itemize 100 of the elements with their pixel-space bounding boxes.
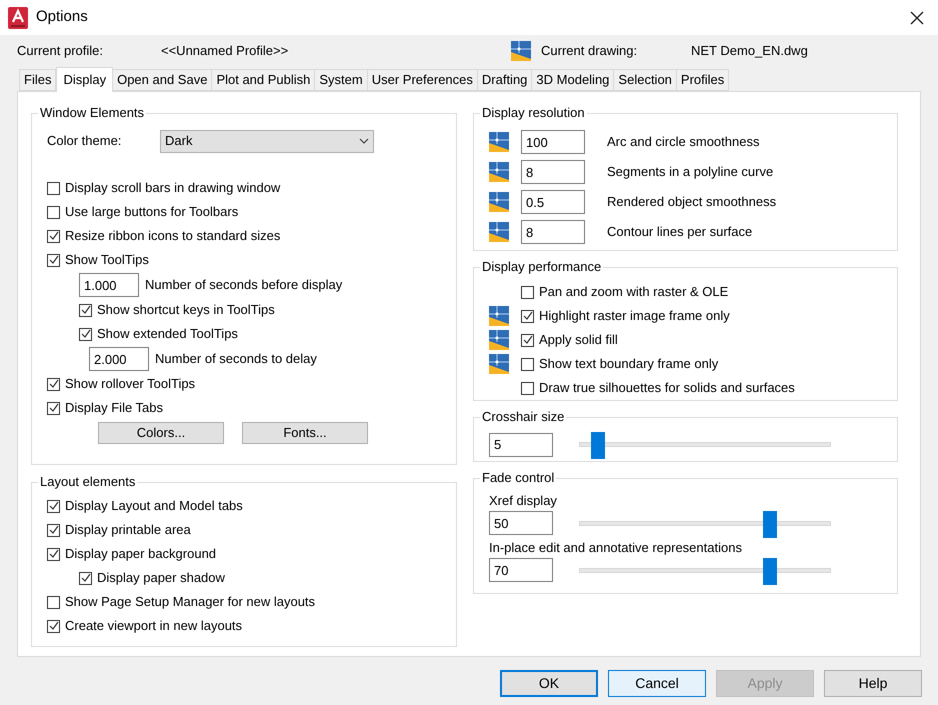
checkbox-label: Highlight raster image frame only [539, 307, 730, 326]
checkbox-label: Display Layout and Model tabs [65, 497, 243, 516]
checkbox[interactable] [47, 620, 60, 632]
checkmark-icon [522, 311, 532, 321]
number-field[interactable]: 50 [489, 511, 553, 535]
checkbox-label: Show ToolTips [65, 251, 149, 270]
tab[interactable]: Drafting [478, 69, 532, 91]
checkbox-label: Show extended ToolTips [97, 325, 238, 344]
number-field[interactable]: 0.5 [521, 190, 585, 214]
checkbox[interactable] [47, 206, 60, 218]
checkbox[interactable] [47, 230, 60, 242]
drawing-label: Current drawing: [541, 42, 638, 60]
checkmark-icon [48, 621, 58, 631]
number-field[interactable]: 1.000 [79, 273, 139, 297]
group-title: Display performance [480, 259, 604, 275]
number-field[interactable]: 8 [521, 160, 585, 184]
checkbox[interactable] [47, 596, 60, 608]
color-theme-label: Color theme: [47, 132, 122, 150]
checkbox-label: Pan and zoom with raster & OLE [539, 283, 728, 302]
tab[interactable]: Profiles [676, 69, 730, 91]
checkbox[interactable] [47, 402, 60, 414]
checkbox[interactable] [521, 358, 534, 370]
checkbox[interactable] [521, 334, 534, 346]
field-label: Number of seconds before display [145, 276, 342, 294]
checkbox[interactable] [521, 286, 534, 298]
dialog-button[interactable]: Fonts... [242, 422, 368, 444]
checkbox[interactable] [47, 378, 60, 390]
checkmark-icon [48, 231, 58, 241]
checkmark-icon [522, 335, 532, 345]
checkbox-label: Show Page Setup Manager for new layouts [65, 593, 316, 612]
dialog-button[interactable]: Colors... [98, 422, 224, 444]
group-title: Layout elements [38, 474, 138, 490]
slider-thumb[interactable] [763, 558, 777, 584]
checkmark-icon [48, 525, 58, 535]
checkmark-icon [48, 255, 58, 265]
checkmark-icon [48, 379, 58, 389]
dialog-button[interactable]: OK [500, 670, 598, 697]
checkmark-icon [80, 329, 90, 339]
resolution-label: Contour lines per surface [607, 223, 752, 242]
drawing-icon [511, 40, 531, 60]
profile-label: Current profile: [17, 42, 104, 60]
dropdown-value: Dark [165, 132, 192, 150]
checkbox[interactable] [47, 182, 60, 194]
number-field[interactable]: 70 [489, 558, 553, 582]
drawing-icon [489, 162, 509, 182]
tab[interactable]: User Preferences [368, 69, 478, 91]
tab[interactable]: 3D Modeling [532, 69, 614, 91]
checkbox[interactable] [47, 548, 60, 560]
resolution-label: Arc and circle smoothness [607, 133, 760, 152]
fade-label: In-place edit and annotative representations [489, 539, 743, 557]
checkbox-label: Display printable area [65, 521, 191, 540]
checkbox-label: Show shortcut keys in ToolTips [97, 301, 275, 320]
profile-value: <<Unnamed Profile>> [161, 42, 290, 60]
close-icon[interactable] [910, 10, 924, 24]
number-field[interactable]: 100 [521, 130, 585, 154]
checkbox[interactable] [47, 524, 60, 536]
checkbox-label: Display paper shadow [97, 569, 225, 588]
checkbox[interactable] [79, 572, 92, 584]
dialog-button[interactable]: Cancel [608, 670, 706, 697]
number-field[interactable]: 8 [521, 220, 585, 244]
resolution-label: Rendered object smoothness [607, 193, 776, 212]
tab[interactable]: Open and Save [113, 69, 212, 91]
resolution-label: Segments in a polyline curve [607, 163, 774, 182]
checkbox-label: Resize ribbon icons to standard sizes [65, 227, 280, 246]
window-title: Options [36, 7, 88, 28]
number-field[interactable]: 2.000 [89, 347, 149, 371]
tab[interactable]: Plot and Publish [212, 69, 316, 91]
checkmark-icon [80, 305, 90, 315]
checkbox-label: Display File Tabs [65, 399, 164, 418]
chevron-down-icon [359, 138, 369, 144]
group-title: Display resolution [480, 105, 587, 121]
number-field[interactable]: 5 [489, 432, 553, 456]
checkbox-label: Draw true silhouettes for solids and surfaces [539, 379, 795, 398]
tab[interactable]: Display [56, 67, 114, 92]
checkmark-icon [48, 403, 58, 413]
tab[interactable]: Files [19, 69, 56, 91]
app-logo-icon [8, 6, 28, 28]
checkbox-label: Display scroll bars in drawing window [65, 179, 280, 198]
checkbox[interactable] [47, 500, 60, 512]
checkbox[interactable] [79, 304, 92, 316]
checkbox-label: Display paper background [65, 545, 216, 564]
field-label: Number of seconds to delay [155, 350, 317, 368]
slider-thumb[interactable] [763, 510, 777, 538]
drawing-value: NET Demo_EN.dwg [691, 42, 808, 60]
slider-thumb[interactable] [590, 432, 604, 459]
dialog-button[interactable]: Help [824, 670, 922, 697]
checkmark-icon [48, 501, 58, 511]
color-theme-dropdown[interactable]: Dark [160, 130, 374, 152]
checkbox[interactable] [521, 382, 534, 394]
drawing-icon [489, 132, 509, 152]
checkmark-icon [48, 549, 58, 559]
checkbox[interactable] [79, 328, 92, 340]
tab[interactable]: System [315, 69, 368, 91]
checkmark-icon [80, 573, 90, 583]
checkbox[interactable] [47, 254, 60, 266]
checkbox[interactable] [521, 310, 534, 322]
drawing-icon [489, 192, 509, 212]
checkbox-label: Apply solid fill [539, 331, 618, 350]
checkbox-label: Use large buttons for Toolbars [65, 203, 238, 222]
tab[interactable]: Selection [614, 69, 677, 91]
